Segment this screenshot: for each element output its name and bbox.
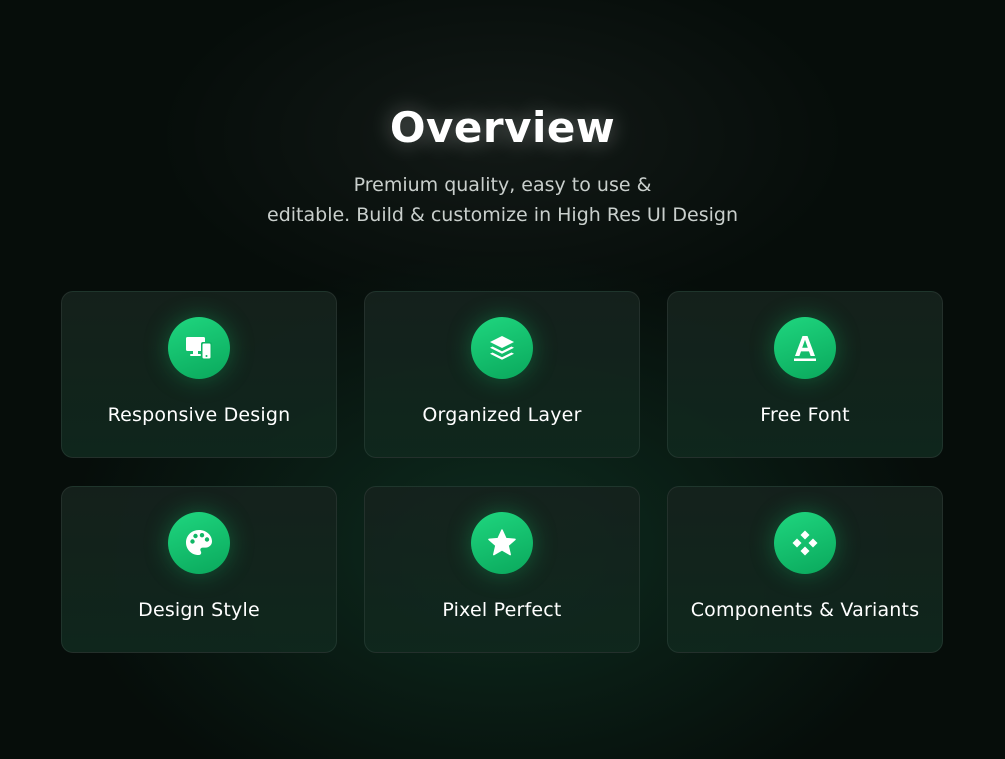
components-icon (774, 512, 836, 574)
feature-label: Organized Layer (422, 404, 582, 426)
feature-label: Components & Variants (690, 599, 920, 621)
overview-header: Overview Premium quality, easy to use & … (0, 100, 1005, 230)
feature-card-responsive-design[interactable]: Responsive Design (61, 291, 337, 458)
feature-label: Free Font (760, 404, 850, 426)
feature-card-free-font[interactable]: Free Font (667, 291, 943, 458)
page-title: Overview (389, 103, 616, 152)
feature-card-pixel-perfect[interactable]: Pixel Perfect (364, 486, 640, 653)
star-icon (471, 512, 533, 574)
feature-card-design-style[interactable]: Design Style (61, 486, 337, 653)
feature-label: Design Style (138, 599, 260, 621)
feature-grid: Responsive Design Organized Layer Free F… (61, 291, 944, 653)
font-letter-icon (774, 317, 836, 379)
subtitle-line-2: editable. Build & customize in High Res … (267, 204, 738, 226)
feature-card-components-variants[interactable]: Components & Variants (667, 486, 943, 653)
palette-icon (168, 512, 230, 574)
subtitle-line-1: Premium quality, easy to use & (353, 174, 652, 196)
devices-icon (168, 317, 230, 379)
feature-label: Pixel Perfect (442, 599, 562, 621)
feature-card-organized-layer[interactable]: Organized Layer (364, 291, 640, 458)
feature-label: Responsive Design (107, 404, 291, 426)
layers-icon (471, 317, 533, 379)
page-subtitle: Premium quality, easy to use & editable.… (223, 170, 783, 230)
